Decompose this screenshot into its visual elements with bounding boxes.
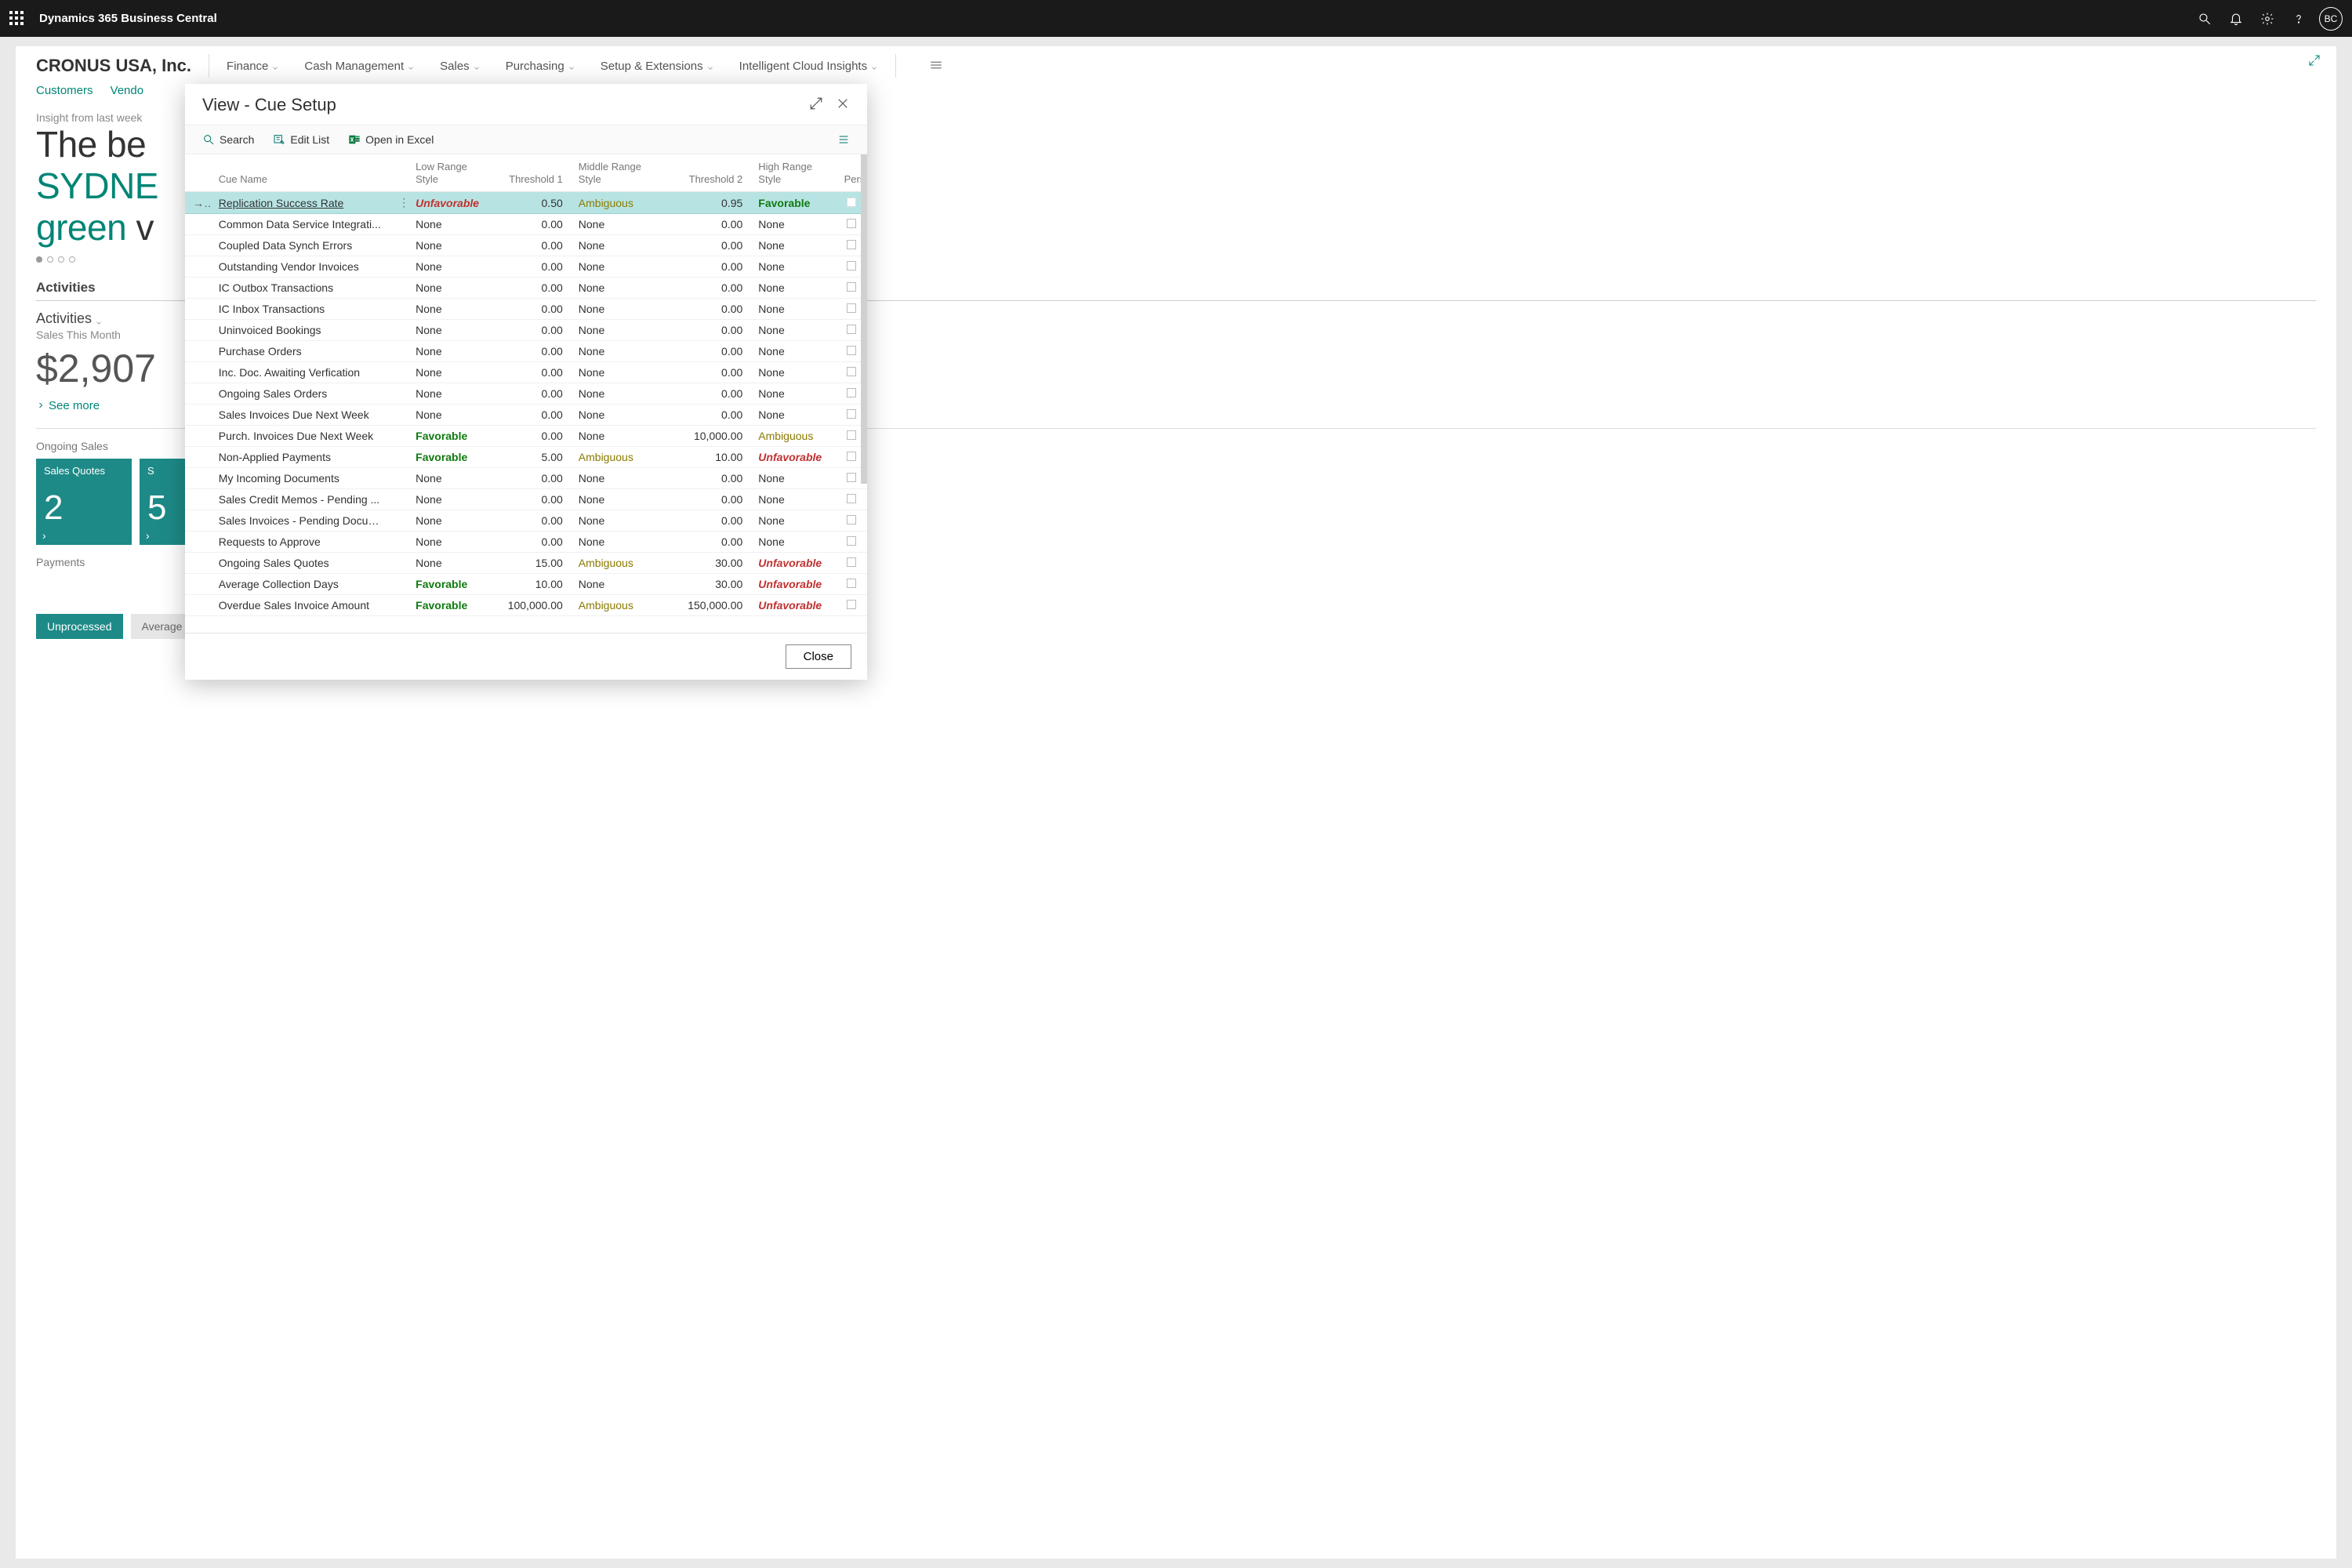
toolbar-open-excel-button[interactable]: Open in Excel bbox=[348, 133, 434, 146]
global-topbar: Dynamics 365 Business Central BC bbox=[0, 0, 2352, 37]
toolbar-search-button[interactable]: Search bbox=[202, 133, 254, 146]
col-low-style[interactable]: Low Range Style bbox=[408, 154, 493, 192]
personalized-checkbox[interactable] bbox=[847, 388, 856, 397]
personalized-checkbox[interactable] bbox=[847, 261, 856, 270]
close-dialog-icon[interactable] bbox=[836, 95, 850, 115]
personalized-checkbox[interactable] bbox=[847, 430, 856, 440]
grid-row[interactable]: My Incoming DocumentsNone0.00None0.00Non… bbox=[185, 468, 867, 489]
col-threshold-2[interactable]: Threshold 2 bbox=[665, 154, 750, 192]
grid-row[interactable]: Purch. Invoices Due Next WeekFavorable0.… bbox=[185, 426, 867, 447]
personalized-checkbox[interactable] bbox=[847, 515, 856, 524]
notifications-icon[interactable] bbox=[2220, 3, 2252, 34]
grid-row[interactable]: Ongoing Sales OrdersNone0.00None0.00None bbox=[185, 383, 867, 405]
personalized-checkbox[interactable] bbox=[847, 367, 856, 376]
grid-row[interactable]: Uninvoiced BookingsNone0.00None0.00None bbox=[185, 320, 867, 341]
col-mid-style[interactable]: Middle Range Style bbox=[571, 154, 665, 192]
personalized-checkbox[interactable] bbox=[847, 325, 856, 334]
user-avatar[interactable]: BC bbox=[2319, 7, 2343, 31]
grid-row[interactable]: Overdue Sales Invoice AmountFavorable100… bbox=[185, 595, 867, 616]
grid-header-row: Cue Name Low Range Style Threshold 1 Mid… bbox=[185, 154, 867, 192]
personalized-checkbox[interactable] bbox=[847, 303, 856, 313]
personalized-checkbox[interactable] bbox=[847, 536, 856, 546]
toolbar-list-view-icon[interactable] bbox=[837, 133, 850, 146]
grid-row[interactable]: Sales Invoices Due Next WeekNone0.00None… bbox=[185, 405, 867, 426]
scrollbar[interactable] bbox=[861, 154, 867, 484]
grid-row[interactable]: Requests to ApproveNone0.00None0.00None bbox=[185, 532, 867, 553]
personalized-checkbox[interactable] bbox=[847, 557, 856, 567]
toolbar-edit-list-button[interactable]: Edit List bbox=[273, 133, 329, 146]
personalized-checkbox[interactable] bbox=[847, 600, 856, 609]
cue-setup-grid[interactable]: Cue Name Low Range Style Threshold 1 Mid… bbox=[185, 154, 867, 616]
personalized-checkbox[interactable] bbox=[847, 494, 856, 503]
grid-row[interactable]: →Replication Success Rate⋮Unfavorable0.5… bbox=[185, 192, 867, 214]
personalized-checkbox[interactable] bbox=[847, 219, 856, 228]
modal-overlay: View - Cue Setup Search Edit List Ope bbox=[0, 37, 2352, 1568]
expand-dialog-icon[interactable] bbox=[809, 95, 823, 115]
close-button[interactable]: Close bbox=[786, 644, 851, 669]
grid-row[interactable]: Common Data Service Integrati...None0.00… bbox=[185, 214, 867, 235]
personalized-checkbox[interactable] bbox=[847, 240, 856, 249]
col-high-style[interactable]: High Range Style bbox=[750, 154, 836, 192]
grid-row[interactable]: Sales Credit Memos - Pending ...None0.00… bbox=[185, 489, 867, 510]
personalized-checkbox[interactable] bbox=[847, 282, 856, 292]
personalized-checkbox[interactable] bbox=[847, 198, 856, 207]
personalized-checkbox[interactable] bbox=[847, 579, 856, 588]
col-threshold-1[interactable]: Threshold 1 bbox=[493, 154, 570, 192]
grid-row[interactable]: Purchase OrdersNone0.00None0.00None bbox=[185, 341, 867, 362]
personalized-checkbox[interactable] bbox=[847, 409, 856, 419]
personalized-checkbox[interactable] bbox=[847, 452, 856, 461]
grid-row[interactable]: Coupled Data Synch ErrorsNone0.00None0.0… bbox=[185, 235, 867, 256]
app-launcher-icon[interactable] bbox=[9, 11, 25, 27]
grid-row[interactable]: Inc. Doc. Awaiting VerficationNone0.00No… bbox=[185, 362, 867, 383]
grid-row[interactable]: Average Collection DaysFavorable10.00Non… bbox=[185, 574, 867, 595]
settings-gear-icon[interactable] bbox=[2252, 3, 2283, 34]
personalized-checkbox[interactable] bbox=[847, 473, 856, 482]
personalized-checkbox[interactable] bbox=[847, 346, 856, 355]
search-icon[interactable] bbox=[2189, 3, 2220, 34]
grid-row[interactable]: IC Inbox TransactionsNone0.00None0.00Non… bbox=[185, 299, 867, 320]
grid-row[interactable]: Outstanding Vendor InvoicesNone0.00None0… bbox=[185, 256, 867, 278]
grid-row[interactable]: Sales Invoices - Pending Docum...None0.0… bbox=[185, 510, 867, 532]
dialog-title: View - Cue Setup bbox=[202, 95, 336, 115]
grid-row[interactable]: IC Outbox TransactionsNone0.00None0.00No… bbox=[185, 278, 867, 299]
grid-row[interactable]: Non-Applied PaymentsFavorable5.00Ambiguo… bbox=[185, 447, 867, 468]
cue-setup-dialog: View - Cue Setup Search Edit List Ope bbox=[185, 84, 867, 680]
help-icon[interactable] bbox=[2283, 3, 2314, 34]
grid-row[interactable]: Ongoing Sales QuotesNone15.00Ambiguous30… bbox=[185, 553, 867, 574]
app-title: Dynamics 365 Business Central bbox=[39, 12, 217, 25]
col-cue-name[interactable]: Cue Name bbox=[211, 154, 391, 192]
